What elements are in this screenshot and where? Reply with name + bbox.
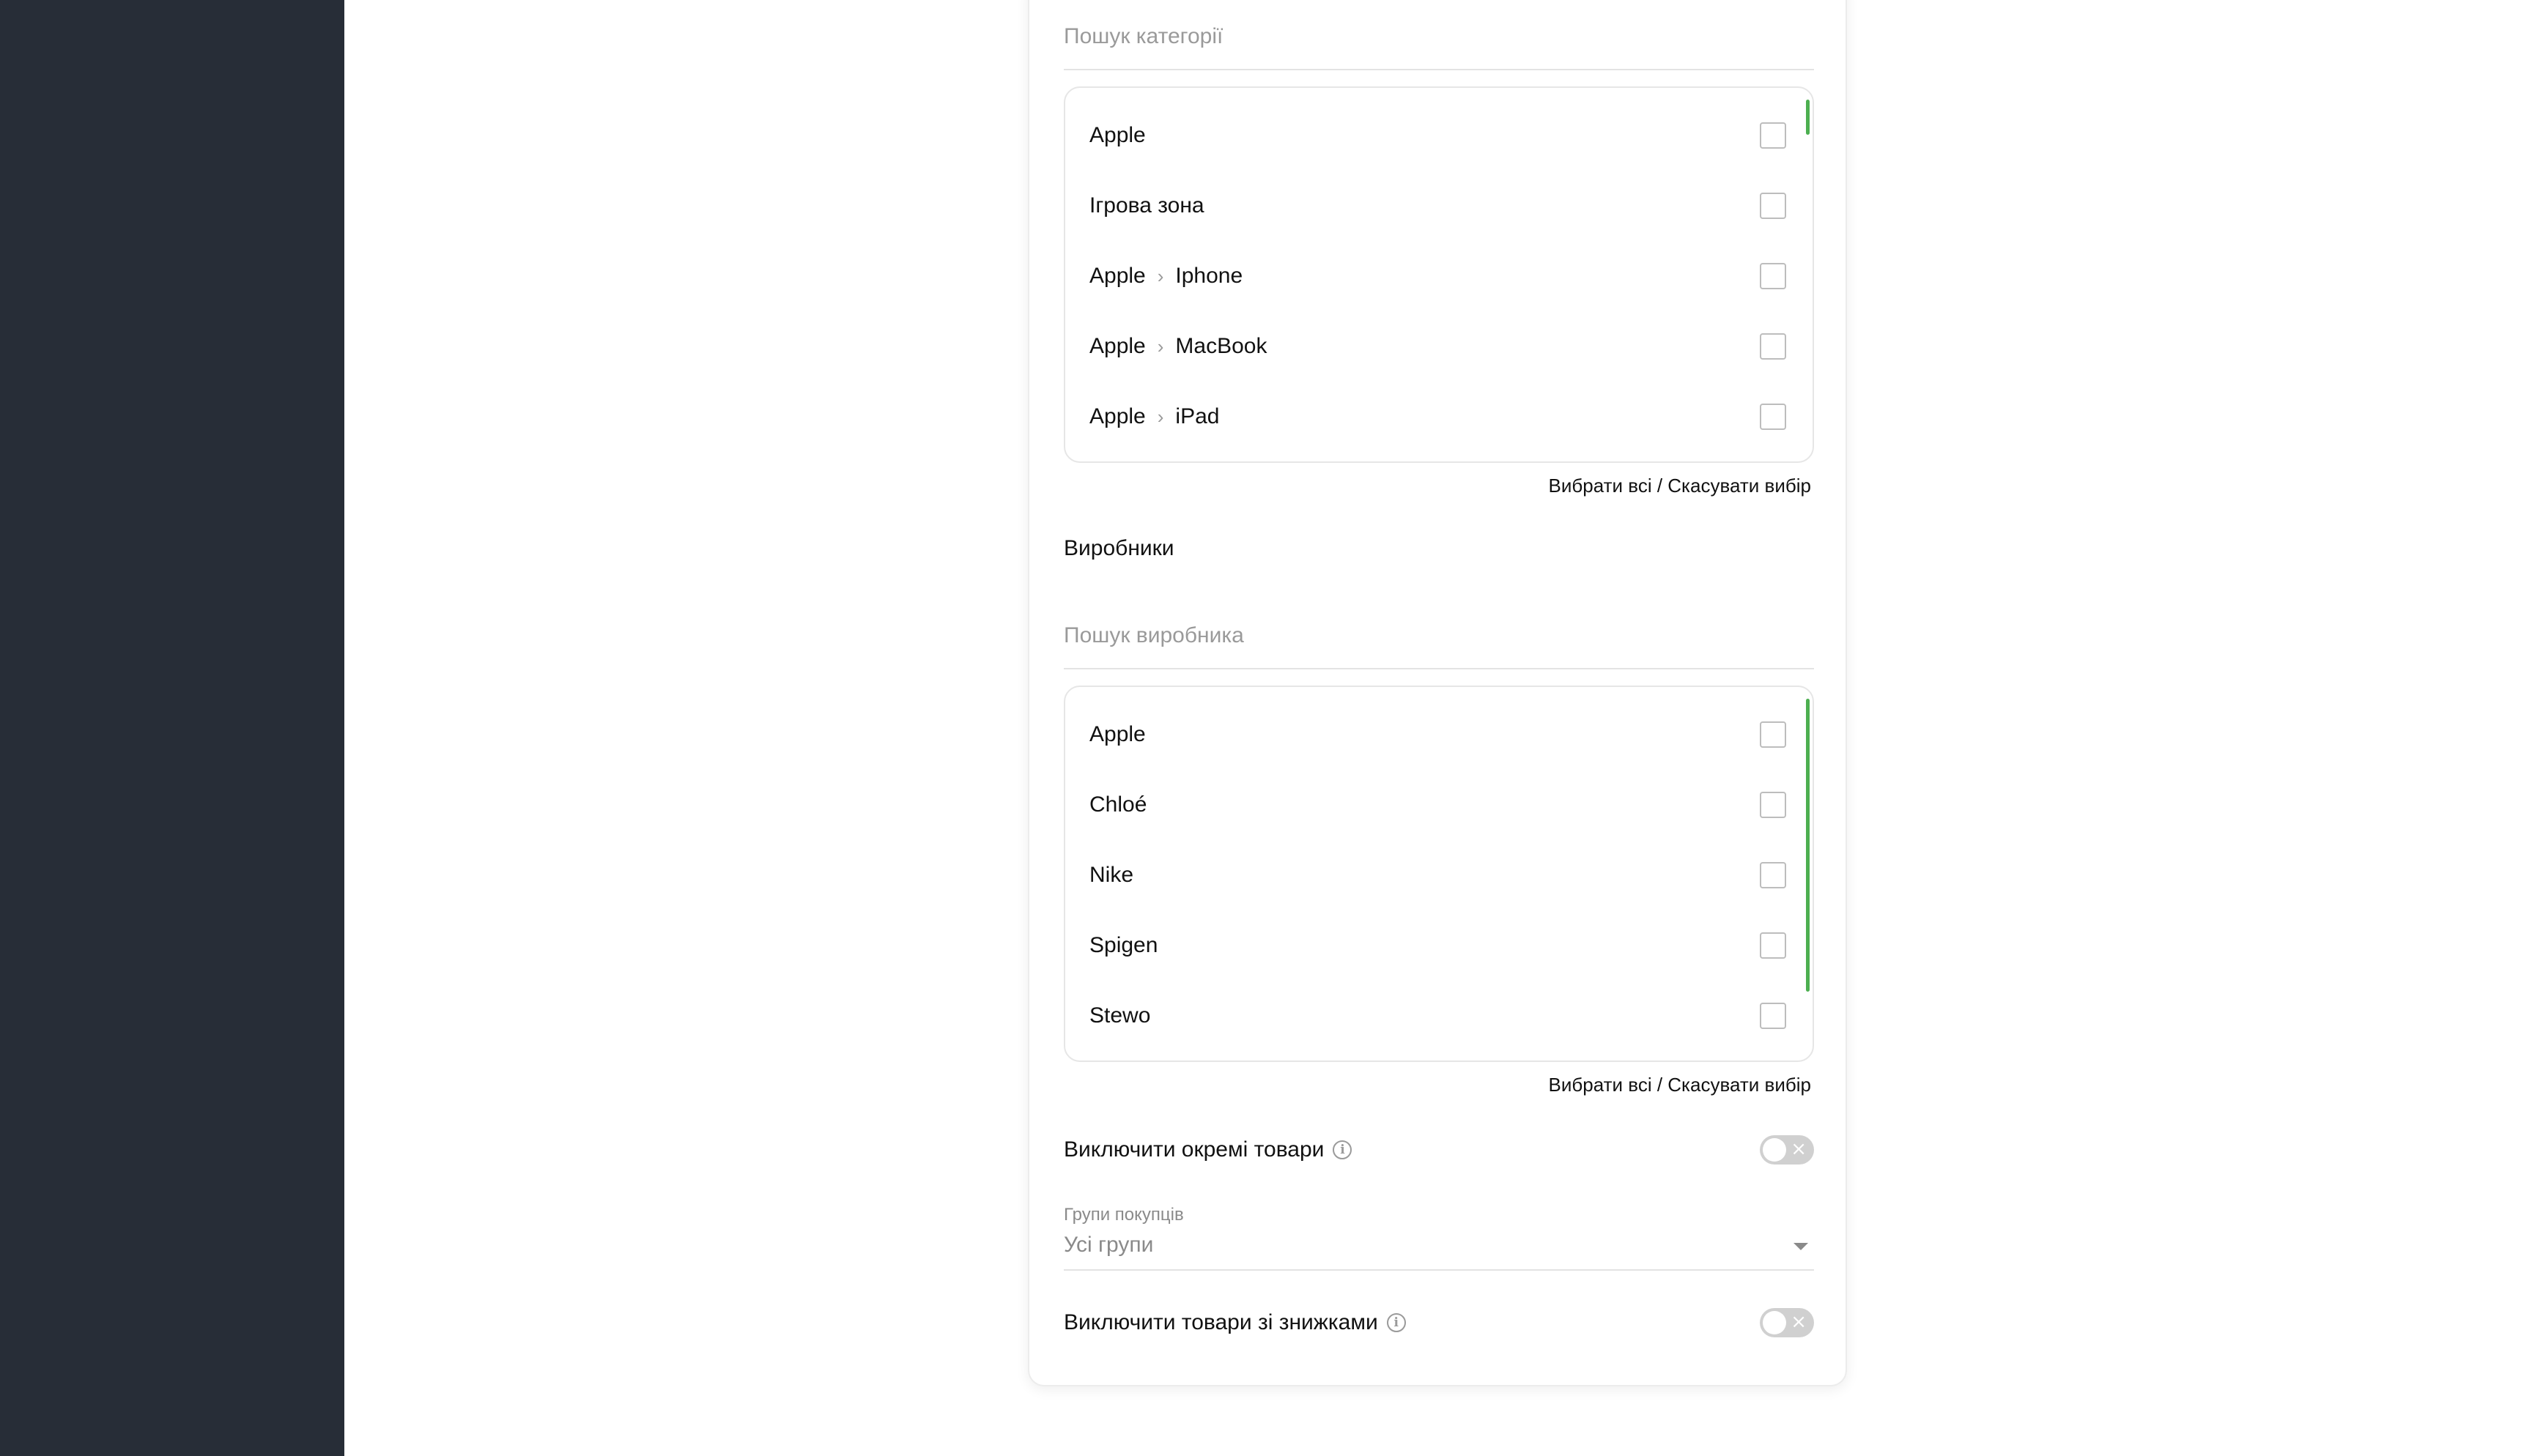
exclude-products-row: Виключити окремі товари i × — [1064, 1132, 1814, 1167]
manufacturer-item-label: Nike — [1089, 863, 1134, 887]
exclude-discounted-row: Виключити товари зі знижками i × — [1064, 1305, 1814, 1340]
category-checkbox[interactable] — [1760, 193, 1786, 219]
toggle-knob — [1763, 1311, 1786, 1334]
category-item-label: Apple › iPad — [1089, 404, 1220, 428]
category-checkbox[interactable] — [1760, 404, 1786, 430]
manufacturer-item-label: Chloé — [1089, 792, 1147, 817]
manufacturer-item[interactable]: Apple — [1065, 699, 1813, 770]
manufacturer-item-label: Spigen — [1089, 933, 1158, 957]
category-checkbox[interactable] — [1760, 263, 1786, 289]
manufacturer-select-all-link[interactable]: Вибрати всі / Скасувати вибір — [1549, 1074, 1811, 1096]
manufacturer-item[interactable]: Nike — [1065, 840, 1813, 910]
customer-groups-value: Усі групи — [1064, 1233, 1154, 1257]
category-item-label: Apple — [1089, 123, 1146, 147]
customer-groups-select[interactable]: Групи покупців Усі групи — [1064, 1205, 1814, 1271]
manufacturer-item[interactable]: Chloé — [1065, 770, 1813, 840]
sidebar — [0, 0, 344, 1456]
manufacturer-checkbox[interactable] — [1760, 932, 1786, 959]
manufacturer-checkbox[interactable] — [1760, 1003, 1786, 1029]
exclude-products-label: Виключити окремі товари — [1064, 1137, 1325, 1162]
filter-card: Apple Ігрова зона Apple › Iphone Apple ›… — [1028, 0, 1847, 1386]
customer-groups-label: Групи покупців — [1064, 1205, 1184, 1225]
chevron-right-icon: › — [1157, 335, 1164, 357]
chevron-right-icon: › — [1157, 405, 1164, 428]
manufacturers-title: Виробники — [1064, 536, 1174, 560]
manufacturer-checkbox[interactable] — [1760, 862, 1786, 888]
exclude-discounted-label: Виключити товари зі знижками — [1064, 1310, 1378, 1334]
exclude-discounted-toggle[interactable]: × — [1760, 1308, 1814, 1337]
category-search[interactable] — [1064, 6, 1814, 70]
exclude-products-toggle[interactable]: × — [1760, 1135, 1814, 1165]
category-list: Apple Ігрова зона Apple › Iphone Apple ›… — [1064, 86, 1814, 463]
category-checkbox[interactable] — [1760, 122, 1786, 149]
chevron-right-icon: › — [1157, 264, 1164, 287]
toggle-knob — [1763, 1138, 1786, 1162]
manufacturer-item[interactable]: Stewo — [1065, 981, 1813, 1051]
category-item[interactable]: Apple › Iphone — [1065, 241, 1813, 311]
manufacturer-item[interactable]: Spigen — [1065, 910, 1813, 981]
close-icon: × — [1791, 1138, 1807, 1160]
dropdown-caret-icon — [1793, 1243, 1808, 1250]
manufacturer-item-label: Stewo — [1089, 1003, 1151, 1028]
info-icon[interactable]: i — [1333, 1140, 1352, 1159]
manufacturer-search[interactable] — [1064, 605, 1814, 669]
close-icon: × — [1791, 1311, 1807, 1333]
category-item-label: Apple › MacBook — [1089, 334, 1267, 358]
manufacturer-list: Apple Chloé Nike Spigen Stewo — [1064, 686, 1814, 1062]
category-search-input[interactable] — [1064, 6, 1814, 67]
manufacturer-item-label: Apple — [1089, 722, 1146, 746]
category-item-label: Ігрова зона — [1089, 193, 1204, 218]
category-item[interactable]: Ігрова зона — [1065, 171, 1813, 241]
category-item-label: Apple › Iphone — [1089, 264, 1243, 288]
category-select-all-link[interactable]: Вибрати всі / Скасувати вибір — [1549, 475, 1811, 497]
manufacturer-checkbox[interactable] — [1760, 792, 1786, 818]
manufacturer-checkbox[interactable] — [1760, 721, 1786, 748]
category-checkbox[interactable] — [1760, 333, 1786, 360]
category-item[interactable]: Apple — [1065, 100, 1813, 171]
info-icon[interactable]: i — [1386, 1313, 1406, 1332]
category-item[interactable]: Apple › iPad — [1065, 382, 1813, 452]
manufacturer-search-input[interactable] — [1064, 605, 1814, 666]
category-item[interactable]: Apple › MacBook — [1065, 311, 1813, 382]
